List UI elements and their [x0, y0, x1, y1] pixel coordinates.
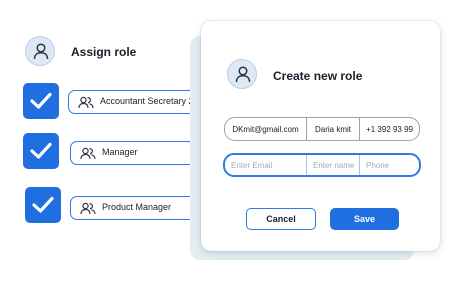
role-checkbox-accountant[interactable] — [23, 83, 59, 119]
name-input[interactable] — [313, 160, 359, 170]
role-item-product-manager[interactable]: Product Manager — [70, 196, 198, 220]
cancel-button[interactable]: Cancel — [246, 208, 316, 230]
role-item-accountant[interactable]: Accountant Secretary 2 — [68, 90, 198, 114]
users-group-icon — [80, 147, 96, 160]
contact-name: Daria kmit — [306, 118, 359, 140]
assign-role-avatar — [25, 36, 55, 66]
assign-role-title: Assign role — [71, 45, 137, 59]
users-group-icon — [80, 202, 96, 215]
existing-contact-row: DKmit@gmail.com Daria kmit +1 392 93 99 — [224, 117, 420, 141]
email-input[interactable] — [231, 160, 306, 170]
user-avatar-icon — [33, 43, 49, 60]
role-label: Product Manager — [102, 202, 172, 212]
checkmark-icon — [30, 142, 52, 159]
role-checkbox-product-manager[interactable] — [25, 187, 61, 223]
create-role-avatar — [227, 59, 257, 89]
checkmark-icon — [32, 196, 54, 213]
phone-input[interactable] — [366, 160, 419, 170]
contact-phone: +1 392 93 99 — [359, 118, 419, 140]
name-cell — [306, 155, 359, 175]
role-item-manager[interactable]: Manager — [70, 141, 198, 165]
contact-email: DKmit@gmail.com — [232, 124, 299, 134]
role-label: Manager — [102, 147, 138, 157]
create-role-title: Create new role — [273, 69, 363, 83]
users-group-icon — [78, 96, 94, 109]
save-button[interactable]: Save — [330, 208, 399, 230]
phone-cell — [359, 155, 419, 175]
create-role-dialog: Create new role DKmit@gmail.com Daria km… — [201, 21, 440, 251]
checkmark-icon — [30, 92, 52, 109]
user-avatar-icon — [235, 66, 251, 83]
role-checkbox-manager[interactable] — [23, 133, 59, 169]
new-contact-row — [223, 153, 421, 177]
role-label: Accountant Secretary 2 — [100, 96, 194, 106]
email-cell — [225, 155, 306, 175]
